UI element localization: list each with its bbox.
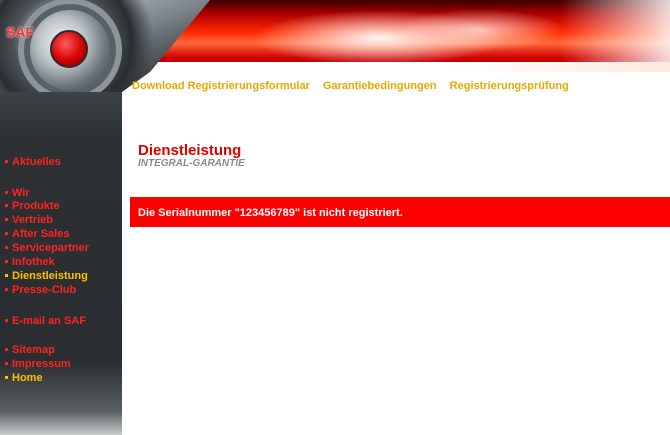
sidebar-item-label: Wir [12,187,30,199]
error-message: Die Serialnummer "123456789" ist nicht r… [138,207,403,219]
page-title: Dienstleistung [138,142,242,159]
bullet-icon [5,190,8,194]
bullet-icon [5,217,8,221]
sidebar-item-presse-club[interactable]: Presse-Club [5,284,76,297]
sidebar-item-label: Vertrieb [12,214,53,226]
sidebar-item-after-sales[interactable]: After Sales [5,228,69,241]
sidebar-item-infothek[interactable]: Infothek [5,256,55,269]
bullet-icon [5,361,8,365]
bullet-icon [5,375,8,379]
sidebar-item-label: Dienstleistung [12,270,88,282]
top-links: Download Registrierungsformular Garantie… [132,80,579,92]
sidebar-top [0,92,122,140]
hub-cap-image [50,30,88,68]
bullet-icon [5,159,8,163]
page-subtitle: INTEGRAL-GARANTIE [138,158,245,169]
sidebar-item-impressum[interactable]: Impressum [5,358,71,371]
link-registrierungspruefung[interactable]: Registrierungsprüfung [450,80,569,92]
sidebar-item-label: Presse-Club [12,284,77,296]
sidebar-item-email[interactable]: E-mail an SAF [5,315,86,328]
sidebar-item-label: Produkte [12,200,60,212]
sidebar-item-label: Infothek [12,256,55,268]
sidebar-item-aktuelles[interactable]: Aktuelles [5,156,61,169]
sidebar-item-servicepartner[interactable]: Servicepartner [5,242,89,255]
bullet-icon [5,273,8,277]
bullet-icon [5,259,8,263]
error-banner: Die Serialnummer "123456789" ist nicht r… [130,197,670,227]
sidebar-item-label: Home [12,372,43,384]
header-banner-edge [120,62,670,72]
sidebar-item-label: After Sales [12,228,70,240]
bullet-icon [5,287,8,291]
sidebar-item-home[interactable]: Home [5,372,43,385]
link-download-registrierungsformular[interactable]: Download Registrierungsformular [132,80,310,92]
sidebar-item-label: Aktuelles [12,156,61,168]
brand-logo[interactable]: SAF [6,24,34,40]
bullet-icon [5,231,8,235]
sidebar-item-produkte[interactable]: Produkte [5,200,60,213]
bullet-icon [5,245,8,249]
bullet-icon [5,203,8,207]
sidebar-item-label: Impressum [12,358,71,370]
sidebar-item-wir[interactable]: Wir [5,187,30,200]
sidebar-item-vertrieb[interactable]: Vertrieb [5,214,53,227]
sidebar-item-label: E-mail an SAF [12,315,86,327]
link-garantiebedingungen[interactable]: Garantiebedingungen [323,80,437,92]
sidebar-item-dienstleistung[interactable]: Dienstleistung [5,270,88,283]
sidebar-item-label: Sitemap [12,344,55,356]
bullet-icon [5,347,8,351]
bullet-icon [5,318,8,322]
sidebar-item-label: Servicepartner [12,242,90,254]
sidebar-item-sitemap[interactable]: Sitemap [5,344,55,357]
